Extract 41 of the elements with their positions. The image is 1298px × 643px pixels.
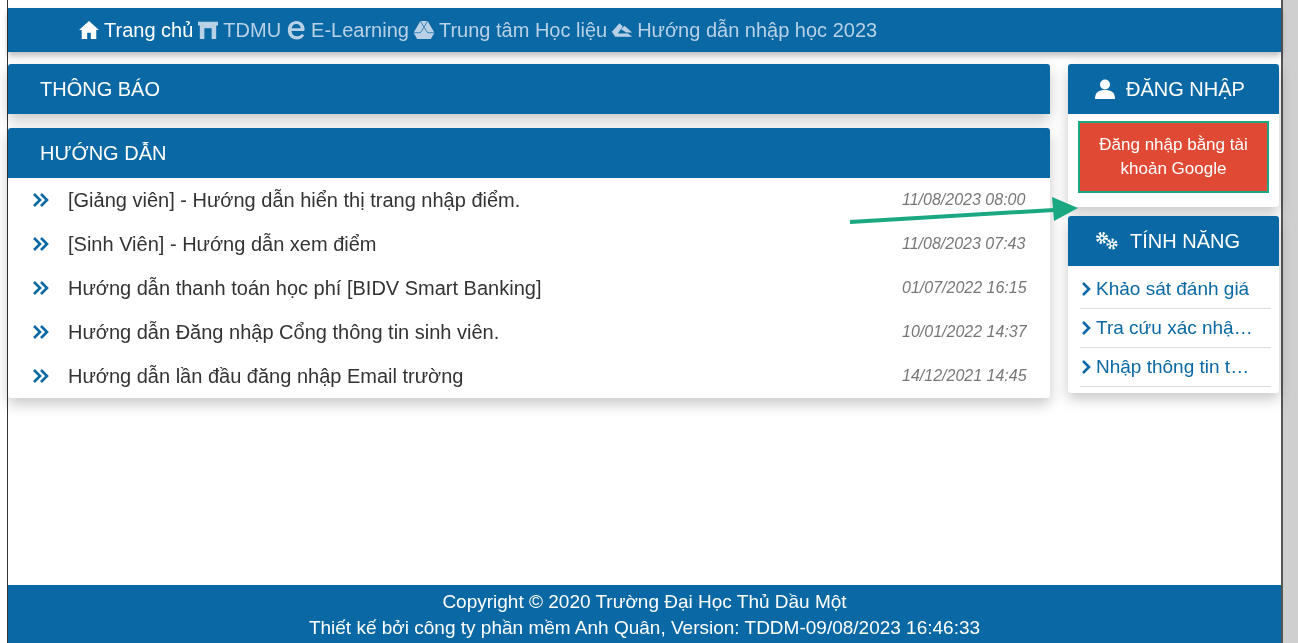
drive-icon bbox=[412, 20, 435, 40]
chevron-icon bbox=[1080, 320, 1092, 336]
chevron-icon bbox=[1080, 359, 1092, 375]
gate-icon bbox=[197, 20, 220, 40]
nav-link[interactable]: Trang chủ bbox=[74, 18, 194, 42]
home-icon bbox=[78, 20, 100, 40]
post-date: 14/12/2021 14:45 bbox=[902, 367, 1028, 385]
double-chevron-icon bbox=[32, 192, 50, 208]
post-date: 01/07/2022 16:15 bbox=[902, 279, 1028, 297]
post-date: 11/08/2023 07:43 bbox=[902, 235, 1027, 253]
double-chevron-icon bbox=[32, 324, 50, 340]
section-header: HƯỚNG DẪN bbox=[8, 128, 1050, 178]
post-date: 11/08/2023 08:00 bbox=[902, 191, 1027, 209]
feature-link[interactable]: Khảo sát đánh giá bbox=[1080, 270, 1271, 309]
guide-link[interactable]: Hướng dẫn thanh toán học phí [BIDV Smart Banking] bbox=[68, 276, 902, 300]
gears-icon bbox=[1094, 231, 1120, 251]
footer-text: Thiết kế bởi công ty phần mềm Anh Quân, Version: TDDM-09/08/2023 16:46:33 bbox=[307, 616, 982, 640]
feature-link[interactable]: Nhập thông tin t… bbox=[1080, 348, 1271, 387]
double-chevron-icon bbox=[32, 280, 50, 296]
feature-link[interactable]: Tra cứu xác nhậ… bbox=[1080, 309, 1271, 348]
nav-link[interactable]: Trung tâm Học liệu bbox=[408, 18, 608, 42]
chevron-icon bbox=[1080, 281, 1092, 297]
double-chevron-icon bbox=[32, 236, 50, 252]
book-icon bbox=[611, 20, 634, 40]
guide-link[interactable]: [Sinh Viên] - Hướng dẫn xem điểm bbox=[68, 232, 902, 256]
panel-title: ĐĂNG NHẬP bbox=[1126, 77, 1245, 101]
nav-link[interactable]: TDMU bbox=[193, 18, 282, 42]
guide-link[interactable]: Hướng dẫn lần đầu đăng nhập Email trường bbox=[68, 364, 902, 388]
user-icon bbox=[1094, 79, 1116, 99]
nav-link[interactable]: Hướng dẫn nhập học 2023 bbox=[607, 18, 878, 42]
letter-e-icon bbox=[285, 20, 308, 40]
guide-link[interactable]: Hướng dẫn Đăng nhập Cổng thông tin sinh viên. bbox=[68, 320, 902, 344]
double-chevron-icon bbox=[32, 368, 50, 384]
guide-link[interactable]: [Giảng viên] - Hướng dẫn hiển thị trang nhập điểm. bbox=[68, 188, 902, 212]
post-date: 10/01/2022 14:37 bbox=[902, 323, 1028, 341]
scrollbar[interactable] bbox=[1281, 0, 1298, 643]
panel-title: TÍNH NĂNG bbox=[1130, 229, 1240, 253]
section-header: THÔNG BÁO bbox=[8, 64, 1050, 114]
footer-text: Copyright © 2020 Trường Đại Học Thủ Dầu Một bbox=[441, 590, 848, 614]
nav-link[interactable]: E-Learning bbox=[281, 18, 409, 42]
google-login-button[interactable]: Đăng nhập bằng tài khoản Google bbox=[1078, 121, 1269, 193]
